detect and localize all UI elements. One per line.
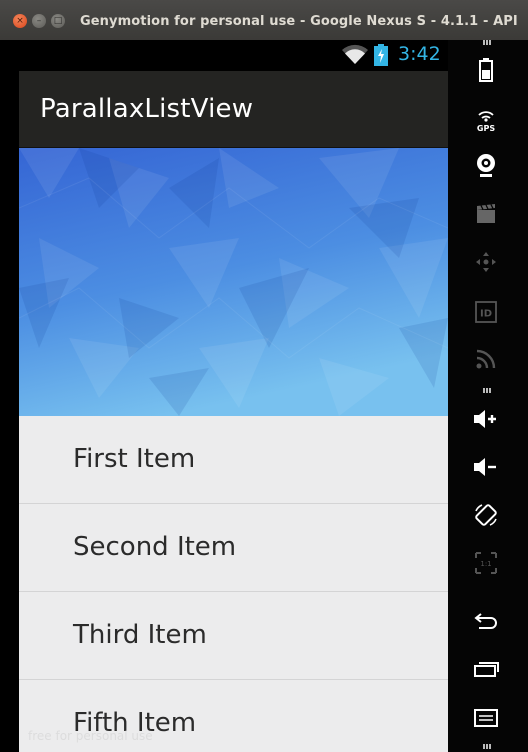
- volume-up-icon: [474, 410, 496, 428]
- volume-up-button[interactable]: [472, 405, 500, 433]
- maximize-icon: □: [53, 16, 63, 26]
- remote-control-icon: [476, 252, 496, 272]
- battery-icon: [374, 44, 388, 66]
- recent-apps-icon: [474, 662, 499, 677]
- webcam-icon: [477, 154, 495, 177]
- capture-widget-button[interactable]: [472, 200, 500, 228]
- pixel-perfect-icon: 1:1: [475, 552, 497, 574]
- close-icon: ×: [16, 16, 24, 26]
- device-id-label: ID: [480, 309, 492, 320]
- back-icon: [474, 613, 497, 629]
- wifi-icon: [342, 44, 368, 64]
- list-item-label: Second Item: [73, 532, 237, 562]
- recent-apps-button[interactable]: [472, 655, 500, 683]
- capture-icon: [477, 204, 495, 223]
- battery-widget-button[interactable]: [472, 56, 500, 84]
- menu-button[interactable]: [472, 704, 500, 732]
- list-item-label: First Item: [73, 444, 196, 474]
- pixel-perfect-button[interactable]: 1:1: [472, 549, 500, 577]
- list-item[interactable]: First Item: [19, 416, 448, 504]
- gps-widget-button[interactable]: GPS: [472, 106, 500, 134]
- list-item[interactable]: Third Item: [19, 592, 448, 680]
- rotate-icon: [475, 504, 497, 526]
- app-screen: ParallaxListView First Item Second Item …: [19, 71, 448, 752]
- gps-icon: GPS: [477, 111, 495, 133]
- back-button[interactable]: [472, 607, 500, 635]
- rotate-button[interactable]: [472, 501, 500, 529]
- scale-label: 1:1: [480, 560, 491, 568]
- watermark: free for personal use: [28, 729, 153, 743]
- network-widget-button[interactable]: [472, 345, 500, 373]
- webcam-widget-button[interactable]: [472, 152, 500, 180]
- volume-down-button[interactable]: [472, 453, 500, 481]
- list-item-label: Third Item: [73, 620, 207, 650]
- list-item[interactable]: Second Item: [19, 504, 448, 592]
- volume-down-icon: [474, 458, 496, 476]
- remote-control-widget-button[interactable]: [472, 248, 500, 276]
- maximize-window-button[interactable]: □: [51, 14, 65, 28]
- device-id-widget-button[interactable]: ID: [472, 298, 500, 326]
- item-list: First Item Second Item Third Item Fifth …: [19, 416, 448, 752]
- window-title: Genymotion for personal use - Google Nex…: [80, 14, 518, 29]
- toolbar-grip: [483, 744, 491, 749]
- emulator-toolbar: GPS ID 1:1: [448, 40, 528, 752]
- menu-icon: [474, 709, 498, 727]
- toolbar-grip: [483, 40, 491, 45]
- android-status-bar: 3:42: [0, 40, 448, 71]
- battery-icon: [479, 58, 493, 82]
- action-bar: ParallaxListView: [19, 71, 448, 148]
- toolbar-grip: [483, 388, 491, 393]
- device-id-icon: ID: [475, 301, 497, 323]
- emulator-window: × – □ Genymotion for personal use - Goog…: [0, 0, 528, 752]
- window-titlebar[interactable]: × – □ Genymotion for personal use - Goog…: [0, 0, 528, 40]
- network-icon: [476, 349, 496, 369]
- parallax-header-image: [19, 148, 448, 416]
- app-title: ParallaxListView: [40, 94, 254, 124]
- close-window-button[interactable]: ×: [13, 14, 27, 28]
- minimize-window-button[interactable]: –: [32, 14, 46, 28]
- minimize-icon: –: [36, 16, 42, 26]
- status-clock: 3:42: [398, 43, 441, 65]
- gps-label: GPS: [477, 124, 495, 133]
